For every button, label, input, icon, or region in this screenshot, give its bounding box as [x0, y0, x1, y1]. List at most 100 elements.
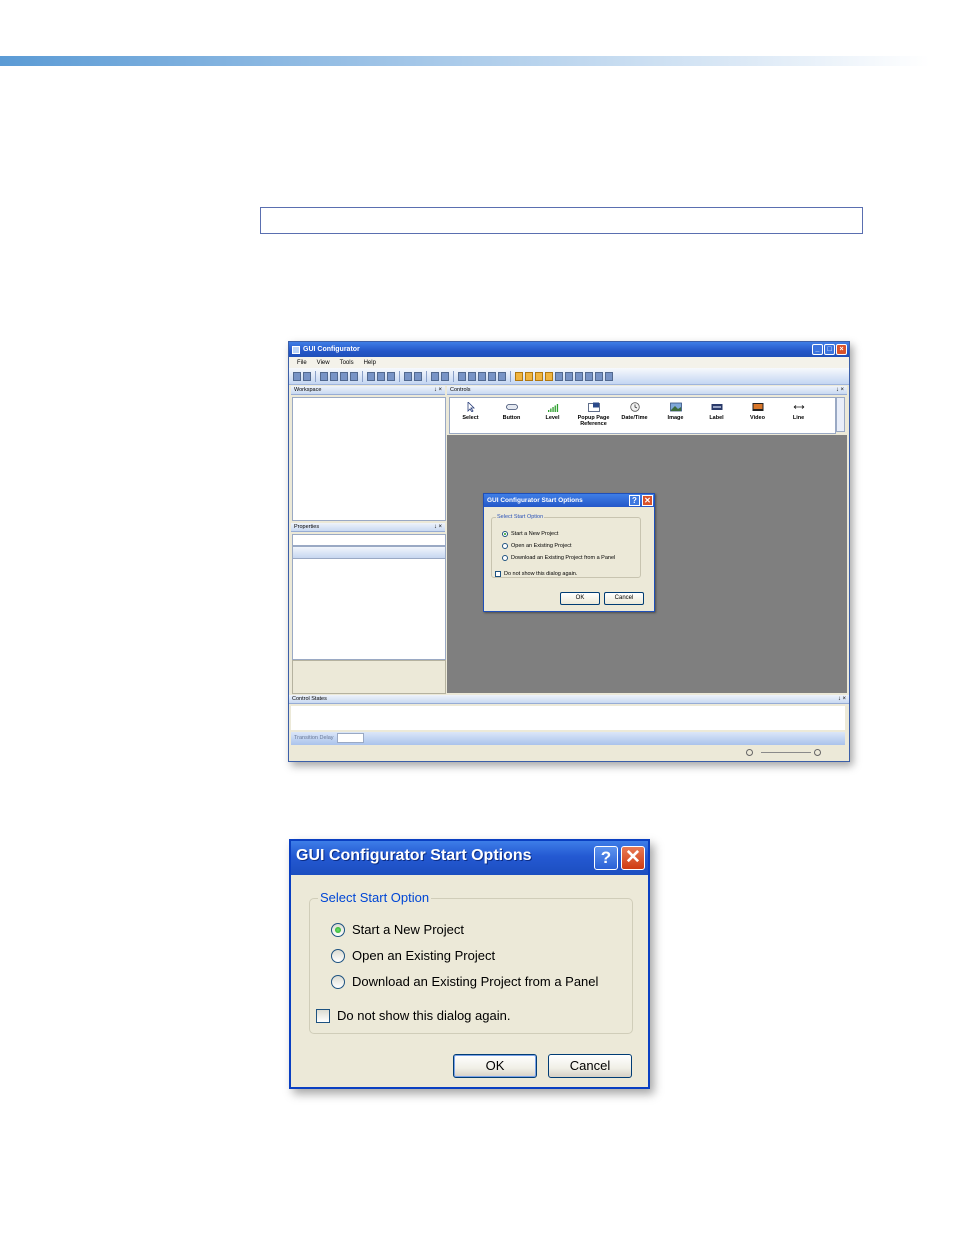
- view-icon[interactable]: [515, 371, 523, 381]
- export-icon[interactable]: [595, 371, 603, 381]
- cut-icon[interactable]: [458, 371, 466, 381]
- option-label: Download an Existing Project from a Pane…: [352, 974, 599, 989]
- control-label: Button: [502, 415, 521, 421]
- open-project-icon[interactable]: [303, 371, 311, 381]
- control-label-tool[interactable]: Label: [696, 398, 737, 433]
- mini-dont-show-checkbox[interactable]: Do not show this dialog again.: [495, 571, 577, 577]
- note-box: [260, 207, 863, 234]
- zoom-in-icon[interactable]: [814, 749, 821, 756]
- grid-icon[interactable]: [498, 371, 506, 381]
- align-left-icon[interactable]: [320, 371, 328, 381]
- cancel-button[interactable]: Cancel: [548, 1054, 632, 1078]
- page-icon[interactable]: [555, 371, 563, 381]
- checkbox-icon: [495, 571, 501, 577]
- help-icon[interactable]: ?: [594, 846, 618, 870]
- app-titlebar[interactable]: GUI Configurator _ □ ×: [289, 342, 849, 357]
- mini-option-new[interactable]: Start a New Project: [502, 531, 558, 537]
- pin-close-icons[interactable]: ↓ ×: [434, 386, 442, 395]
- properties-panel-header[interactable]: Properties ↓ ×: [291, 523, 445, 532]
- workspace-panel-header[interactable]: Workspace ↓ ×: [291, 386, 445, 395]
- option-start-new-project[interactable]: Start a New Project: [331, 922, 464, 937]
- refresh-icon[interactable]: [565, 371, 573, 381]
- pin-close-icons[interactable]: ↓ ×: [434, 523, 442, 532]
- toolbar-separator: [315, 370, 316, 382]
- delete-icon[interactable]: [488, 371, 496, 381]
- properties-grid[interactable]: [292, 558, 446, 660]
- properties-object-select[interactable]: [292, 534, 446, 546]
- radio-selected-icon[interactable]: [331, 922, 345, 937]
- align-center-icon[interactable]: [330, 371, 338, 381]
- pin-close-icons[interactable]: ↓ ×: [838, 695, 846, 704]
- option-download-project[interactable]: Download an Existing Project from a Pane…: [331, 974, 598, 989]
- align-top-icon[interactable]: [350, 371, 358, 381]
- controls-scrollbar[interactable]: [836, 397, 845, 432]
- close-button[interactable]: ×: [836, 344, 847, 355]
- mini-option-download[interactable]: Download an Existing Project from a Pane…: [502, 555, 615, 561]
- control-label: Line: [792, 415, 805, 421]
- close-icon[interactable]: ✕: [642, 495, 653, 506]
- pdf-icon[interactable]: [585, 371, 593, 381]
- help-icon[interactable]: ?: [629, 495, 640, 506]
- menu-bar: File View Tools Help: [289, 357, 849, 368]
- mini-option-open[interactable]: Open an Existing Project: [502, 543, 572, 549]
- workspace-tree[interactable]: [292, 397, 446, 521]
- menu-tools[interactable]: Tools: [340, 360, 354, 366]
- control-select[interactable]: Select: [450, 398, 491, 433]
- control-states-area[interactable]: [291, 706, 845, 730]
- copy-icon[interactable]: [468, 371, 476, 381]
- preview-icon[interactable]: [535, 371, 543, 381]
- zoom-slider[interactable]: [761, 752, 811, 753]
- control-label: Image: [667, 415, 684, 421]
- control-date-time[interactable]: Date/Time: [614, 398, 655, 433]
- distribute-icon[interactable]: [367, 371, 375, 381]
- radio-icon[interactable]: [331, 948, 345, 963]
- paste-icon[interactable]: [478, 371, 486, 381]
- size-icon[interactable]: [377, 371, 385, 381]
- image-icon: [669, 402, 682, 412]
- control-line[interactable]: Line: [778, 398, 819, 433]
- window-icon[interactable]: [605, 371, 613, 381]
- checkbox-icon[interactable]: [316, 1008, 330, 1023]
- menu-view[interactable]: View: [317, 360, 330, 366]
- label-icon: [711, 404, 722, 410]
- control-level[interactable]: Level: [532, 398, 573, 433]
- menu-file[interactable]: File: [297, 360, 307, 366]
- control-image[interactable]: Image: [655, 398, 696, 433]
- maximize-button[interactable]: □: [824, 344, 835, 355]
- mini-cancel-button[interactable]: Cancel: [604, 592, 644, 605]
- control-video[interactable]: Video: [737, 398, 778, 433]
- radio-icon: [502, 543, 508, 549]
- tree-icon[interactable]: [545, 371, 553, 381]
- tools-icon[interactable]: [414, 371, 422, 381]
- option-label: Open an Existing Project: [511, 543, 572, 549]
- dialog-titlebar[interactable]: GUI Configurator Start Options ? ✕: [291, 841, 648, 875]
- control-popup-page-reference[interactable]: Popup Page Reference: [573, 398, 614, 433]
- controls-panel-header[interactable]: Controls ↓ ×: [447, 386, 847, 395]
- zoom-out-icon[interactable]: [746, 749, 753, 756]
- order-icon[interactable]: [387, 371, 395, 381]
- properties-panel-title: Properties: [294, 524, 320, 530]
- undo-icon[interactable]: [431, 371, 439, 381]
- control-button[interactable]: Button: [491, 398, 532, 433]
- control-states-header[interactable]: Control States ↓ ×: [289, 695, 849, 704]
- dont-show-again-checkbox[interactable]: Do not show this dialog again.: [316, 1008, 510, 1023]
- transition-delay-input[interactable]: [337, 732, 365, 743]
- pin-close-icons[interactable]: ↓ ×: [836, 386, 844, 395]
- layout-icon[interactable]: [525, 371, 533, 381]
- transition-toolbar: Transition Delay: [291, 732, 845, 745]
- toolbar-separator: [453, 370, 454, 382]
- menu-help[interactable]: Help: [364, 360, 376, 366]
- align-right-icon[interactable]: [340, 371, 348, 381]
- redo-icon[interactable]: [441, 371, 449, 381]
- panel-icon[interactable]: [575, 371, 583, 381]
- minimize-button[interactable]: _: [812, 344, 823, 355]
- edit-icon[interactable]: [404, 371, 412, 381]
- radio-icon[interactable]: [331, 974, 345, 989]
- option-open-existing-project[interactable]: Open an Existing Project: [331, 948, 495, 963]
- popup-page-icon: [587, 402, 600, 412]
- app-icon: [292, 345, 300, 354]
- new-project-icon[interactable]: [293, 371, 301, 381]
- mini-ok-button[interactable]: OK: [560, 592, 600, 605]
- ok-button[interactable]: OK: [453, 1054, 537, 1078]
- close-icon[interactable]: ✕: [621, 846, 645, 870]
